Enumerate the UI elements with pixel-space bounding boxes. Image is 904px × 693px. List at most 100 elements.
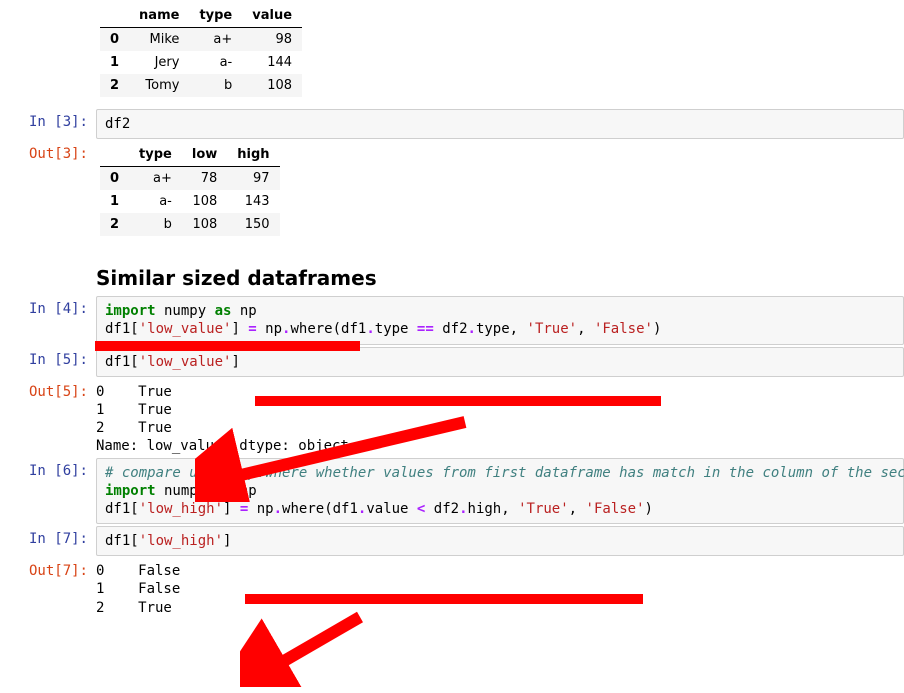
row-index: 0 [100, 167, 129, 191]
cell: 97 [227, 167, 279, 191]
cell: Tomy [129, 74, 189, 97]
op: = [248, 321, 256, 337]
table-row: 0 Mike a+ 98 [100, 28, 302, 52]
section-heading: Similar sized dataframes [96, 266, 904, 290]
df2-col-type: type [129, 143, 182, 167]
code-text: type, [476, 321, 527, 337]
cell: b [129, 213, 182, 236]
df2-table: type low high 0 a+ 78 97 1 a- 108 143 [100, 143, 280, 236]
annotation-arrow-2 [240, 607, 370, 687]
code-text: np [231, 303, 256, 319]
kw-import: import [105, 483, 156, 499]
row-index: 0 [100, 28, 129, 52]
cell: Jery [129, 51, 189, 74]
cell: a+ [189, 28, 242, 52]
prompt-out3: Out[3]: [0, 141, 96, 163]
cell: 98 [242, 28, 302, 52]
code-text: type [375, 321, 417, 337]
cell: a- [129, 190, 182, 213]
code-text: ) [645, 501, 653, 517]
op: . [459, 501, 467, 517]
cell: a+ [129, 167, 182, 191]
cell-out7: Out[7]: 0 False 1 False 2 True [0, 558, 904, 617]
comment: # compare using np.where whether values … [105, 465, 904, 481]
cell: b [189, 74, 242, 97]
code-text: df2 [105, 116, 130, 132]
code-text: ) [653, 321, 661, 337]
code-in5[interactable]: df1['low_value'] [96, 347, 904, 377]
df2-col-high: high [227, 143, 279, 167]
cell: 143 [227, 190, 279, 213]
row-index: 1 [100, 51, 129, 74]
str: 'low_value' [139, 321, 232, 337]
code-text: np [257, 321, 282, 337]
str: 'True' [527, 321, 578, 337]
row-index: 2 [100, 213, 129, 236]
cell: a- [189, 51, 242, 74]
annotation-underline-code4 [255, 396, 661, 406]
prompt-in7: In [7]: [0, 526, 96, 548]
str: 'True' [518, 501, 569, 517]
kw-as: as [215, 483, 232, 499]
code-in4[interactable]: import numpy as np df1['low_value'] = np… [96, 296, 904, 344]
annotation-underline-heading [95, 341, 360, 351]
str: 'False' [594, 321, 653, 337]
notebook-container: name type value 0 Mike a+ 98 1 Jery a- 1… [0, 2, 904, 617]
df1-col-type: type [189, 4, 242, 28]
cell: 108 [242, 74, 302, 97]
cell-in6: In [6]: # compare using np.where whether… [0, 458, 904, 525]
cell-in5: In [5]: df1['low_value'] [0, 347, 904, 377]
str: 'low_value' [139, 354, 232, 370]
code-in6[interactable]: # compare using np.where whether values … [96, 458, 904, 525]
code-text: df2 [425, 501, 459, 517]
code-text: numpy [156, 483, 215, 499]
str: 'False' [586, 501, 645, 517]
code-text: np [248, 501, 273, 517]
kw-as: as [215, 303, 232, 319]
output-out5: 0 True 1 True 2 True Name: low_value, dt… [96, 379, 904, 456]
df2-col-low: low [182, 143, 227, 167]
cell: 78 [182, 167, 227, 191]
code-text: high, [468, 501, 519, 517]
code-in3[interactable]: df2 [96, 109, 904, 139]
cell: Mike [129, 28, 189, 52]
code-text: , [577, 321, 594, 337]
code-in7[interactable]: df1['low_high'] [96, 526, 904, 556]
code-text: ] [223, 533, 231, 549]
df1-col-value: value [242, 4, 302, 28]
op: . [274, 501, 282, 517]
code-text: numpy [156, 303, 215, 319]
prompt-placeholder [0, 2, 96, 7]
cell-out5: Out[5]: 0 True 1 True 2 True Name: low_v… [0, 379, 904, 456]
cell-in3: In [3]: df2 [0, 109, 904, 139]
code-text: where(df1 [290, 321, 366, 337]
cell: 150 [227, 213, 279, 236]
prompt-empty [0, 248, 96, 253]
cell-heading: Similar sized dataframes [0, 248, 904, 294]
str: 'low_high' [139, 533, 223, 549]
kw-import: import [105, 303, 156, 319]
code-text: df1[ [105, 533, 139, 549]
str: 'low_high' [139, 501, 223, 517]
cell: 144 [242, 51, 302, 74]
code-text: where(df1 [282, 501, 358, 517]
code-text: , [569, 501, 586, 517]
code-text: df1[ [105, 354, 139, 370]
code-text: ] [231, 321, 248, 337]
table-row: 0 a+ 78 97 [100, 167, 280, 191]
table-row: 2 b 108 150 [100, 213, 280, 236]
code-text: df1[ [105, 321, 139, 337]
cell-in7: In [7]: df1['low_high'] [0, 526, 904, 556]
table-row: 2 Tomy b 108 [100, 74, 302, 97]
prompt-out7: Out[7]: [0, 558, 96, 580]
output-out7: 0 False 1 False 2 True [96, 558, 904, 617]
op: == [417, 321, 434, 337]
annotation-underline-code6 [245, 594, 643, 604]
code-text: ] [231, 354, 239, 370]
op: . [366, 321, 374, 337]
df1-table: name type value 0 Mike a+ 98 1 Jery a- 1… [100, 4, 302, 97]
cell-out3: Out[3]: type low high 0 a+ 78 97 1 a- 10… [0, 141, 904, 246]
cell-in4: In [4]: import numpy as np df1['low_valu… [0, 296, 904, 344]
prompt-in5: In [5]: [0, 347, 96, 369]
row-index: 1 [100, 190, 129, 213]
